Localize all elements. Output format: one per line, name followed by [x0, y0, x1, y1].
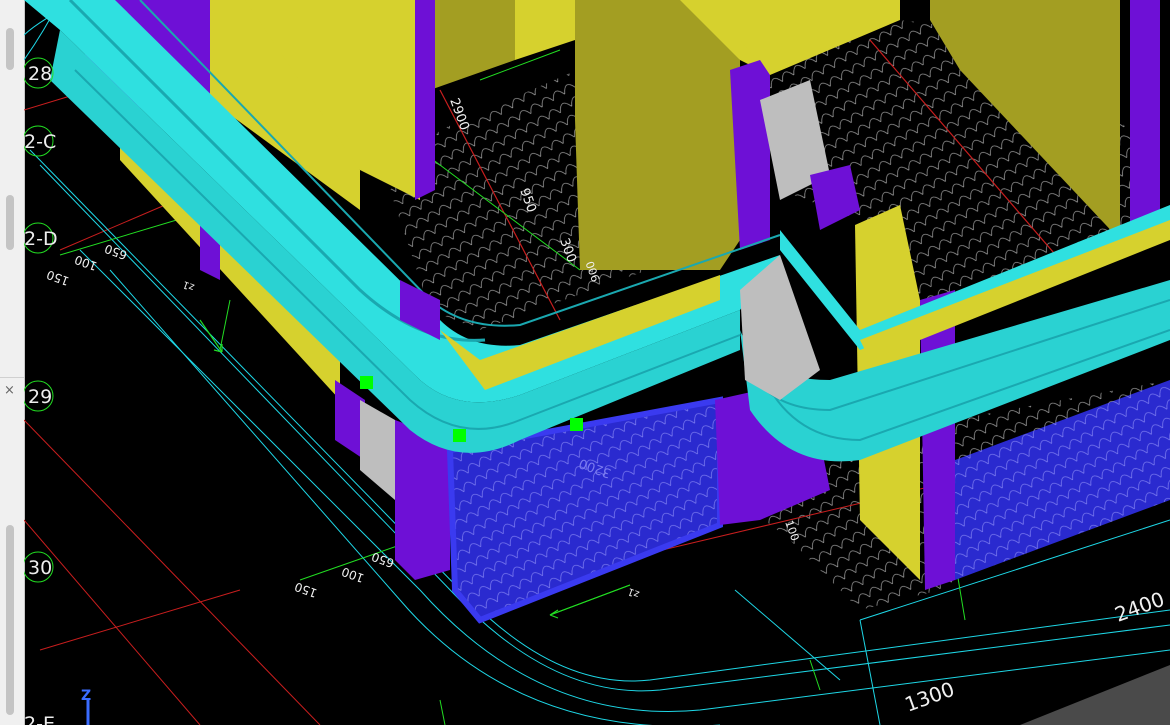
dim-100-upper: 100 [73, 252, 99, 273]
grid-label-29: 29 [28, 386, 52, 408]
dim-100-lower: 100 [340, 564, 366, 585]
ground-slab [1020, 665, 1170, 725]
dim-z1-bottom: z1 [626, 585, 641, 599]
grid-label-30: 30 [28, 557, 52, 579]
grip-handle-2 [453, 429, 466, 442]
ucs-axis-icon: Z [81, 688, 91, 725]
left-side-panel: × [0, 0, 25, 725]
dim-150-upper: 150 [45, 267, 71, 288]
grid-label-2c: 2-C [24, 131, 56, 153]
dim-2400: 2400 [1112, 587, 1168, 627]
close-icon[interactable]: × [4, 384, 15, 397]
dim-z1-left: z1 [181, 278, 196, 292]
grid-label-2d: 2-D [24, 228, 58, 250]
dim-650-upper: 650 [103, 241, 129, 262]
axis-z-label: Z [81, 688, 91, 704]
grip-handle-1 [360, 376, 373, 389]
panel-scrollbar-bottom[interactable] [6, 525, 14, 715]
3d-model-viewport[interactable]: 28 2-C 2-D 29 30 2-E 2400 1300 950 300 2… [24, 0, 1170, 725]
grid-label-2e: 2-E [24, 713, 55, 725]
grid-label-28: 28 [28, 63, 52, 85]
dim-150-lower: 150 [293, 579, 319, 600]
panel-scrollbar-top[interactable] [6, 28, 14, 70]
panel-scrollbar-middle[interactable] [6, 195, 14, 250]
grid-bubbles: 28 2-C 2-D 29 30 2-E [24, 57, 58, 725]
panel-divider [0, 377, 24, 378]
grip-handle-3 [570, 418, 583, 431]
model-canvas[interactable]: 28 2-C 2-D 29 30 2-E 2400 1300 950 300 2… [24, 0, 1170, 725]
dim-650-lower: 650 [370, 549, 396, 570]
